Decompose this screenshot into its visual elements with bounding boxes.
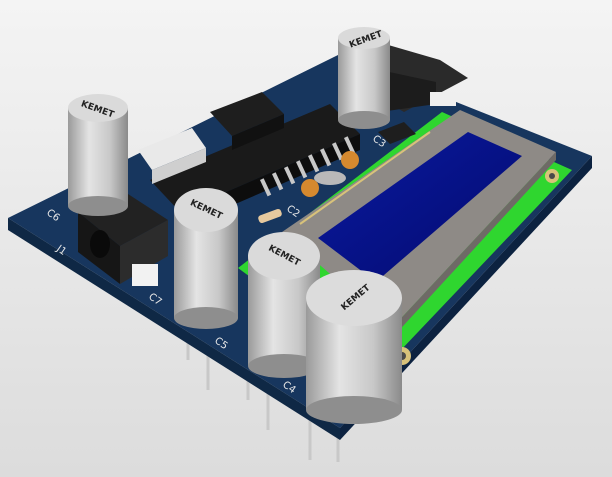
ceramic-cap <box>301 179 319 197</box>
capacitor-top: KEMET <box>338 27 390 129</box>
pcb-3d-render: KEMET KEMET KEMET KEMET KEMET C6 J1 C7 C… <box>8 27 592 462</box>
crystal <box>314 171 346 185</box>
ceramic-cap <box>341 151 359 169</box>
capacitor-c7: KEMET <box>174 188 238 329</box>
capacitor-c4: KEMET <box>306 270 402 424</box>
capacitor-c6: KEMET <box>68 94 128 216</box>
